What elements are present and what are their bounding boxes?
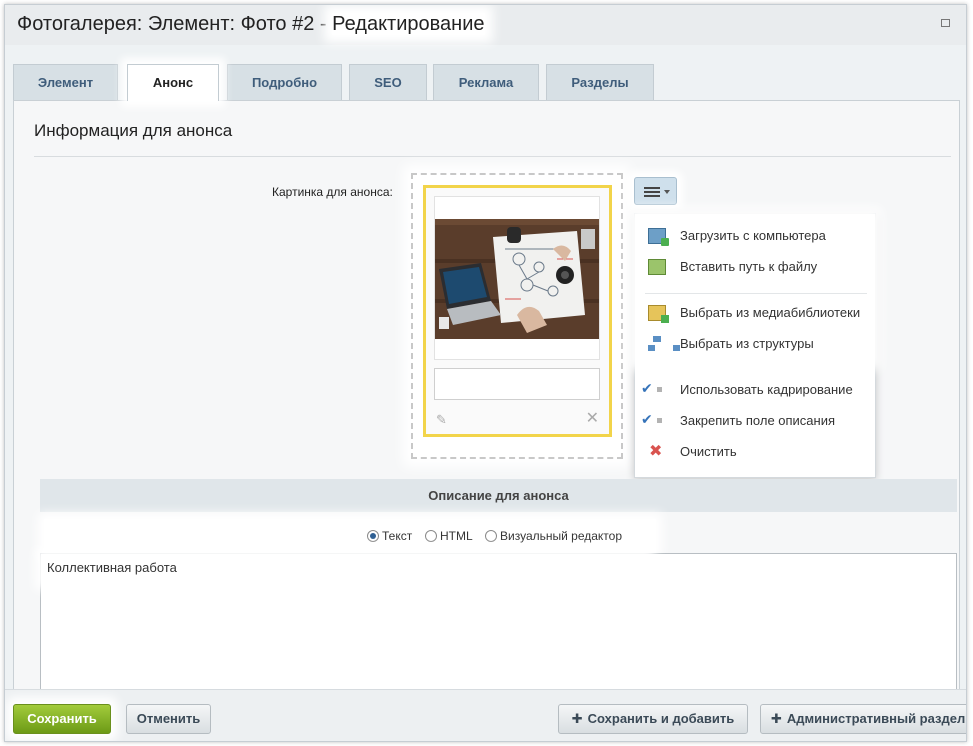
menu-item-label: Очистить xyxy=(680,444,737,459)
save-button[interactable]: Сохранить xyxy=(13,704,111,734)
menu-item-pin-description[interactable]: ✔ Закрепить поле описания xyxy=(635,407,875,435)
file-path-icon xyxy=(648,259,666,275)
description-text: Коллективная работа xyxy=(47,560,177,575)
radio-unchecked-icon xyxy=(425,530,437,542)
cancel-button[interactable]: Отменить xyxy=(126,704,211,734)
save-and-add-button[interactable]: ✚ Сохранить и добавить xyxy=(558,704,748,734)
image-preview[interactable] xyxy=(434,196,600,360)
menu-item-label: Загрузить с компьютера xyxy=(680,228,826,243)
plus-icon: ✚ xyxy=(571,711,583,726)
menu-item-label: Выбрать из структуры xyxy=(680,336,814,351)
hamburger-icon xyxy=(644,187,660,197)
radio-label: Текст xyxy=(382,529,413,543)
footer-bar: Сохранить Отменить ✚ Сохранить и добавить… xyxy=(5,689,966,741)
media-library-icon xyxy=(648,305,669,323)
window-title: Фотогалерея: Элемент: Фото #2 - Редактир… xyxy=(17,13,485,36)
admin-section-button[interactable]: ✚ Административный раздел xyxy=(760,704,966,734)
preview-photo xyxy=(435,219,599,339)
menu-highlight-group: Загрузить с компьютера Вставить путь к ф… xyxy=(635,214,875,364)
radio-label: Визуальный редактор xyxy=(500,529,623,543)
window-title-prefix: Фотогалерея: Элемент: Фото #2 - xyxy=(17,13,333,35)
pencil-icon[interactable]: ✎ xyxy=(436,412,447,428)
menu-item-label: Закрепить поле описания xyxy=(680,413,836,428)
file-frame: ✎ ✕ xyxy=(423,185,612,437)
plus-icon: ✚ xyxy=(771,711,782,726)
check-icon: ✔ xyxy=(641,411,653,427)
radio-checked-icon xyxy=(367,530,379,542)
tab-details[interactable]: Подробно xyxy=(227,64,342,101)
menu-separator xyxy=(645,293,867,294)
menu-item-media-library[interactable]: Выбрать из медиабиблиотеки xyxy=(635,299,875,327)
menu-item-upload[interactable]: Загрузить с компьютера xyxy=(635,222,875,250)
radio-visual-editor[interactable]: Визуальный редактор xyxy=(485,529,622,543)
radio-unchecked-icon xyxy=(485,530,497,542)
menu-item-clear[interactable]: ✖ Очистить xyxy=(635,438,875,466)
editor-mode-selector: Текст HTML Визуальный редактор xyxy=(44,519,656,553)
tab-seo[interactable]: SEO xyxy=(349,64,427,101)
save-and-add-label: Сохранить и добавить xyxy=(587,711,735,726)
chevron-down-icon xyxy=(664,190,670,194)
file-menu-dropdown: Загрузить с компьютера Вставить путь к ф… xyxy=(634,213,876,478)
image-description-input[interactable] xyxy=(434,368,600,400)
file-drop-zone[interactable]: ✎ ✕ xyxy=(411,173,623,459)
menu-item-label: Выбрать из медиабиблиотеки xyxy=(680,305,861,320)
admin-section-label: Административный раздел xyxy=(786,711,966,726)
tab-anons[interactable]: Анонс xyxy=(127,64,219,101)
check-icon: ✔ xyxy=(641,380,653,396)
menu-item-structure[interactable]: Выбрать из структуры xyxy=(635,330,875,358)
tab-ads[interactable]: Реклама xyxy=(433,64,539,101)
minimize-icon[interactable] xyxy=(941,19,950,27)
title-bar: Фотогалерея: Элемент: Фото #2 - Редактир… xyxy=(5,5,966,45)
radio-text[interactable]: Текст xyxy=(367,529,412,543)
menu-item-label: Вставить путь к файлу xyxy=(680,259,818,274)
computer-upload-icon xyxy=(648,228,669,246)
bullet-icon xyxy=(657,418,662,423)
edit-dialog: Фотогалерея: Элемент: Фото #2 - Редактир… xyxy=(4,4,967,742)
tab-element[interactable]: Элемент xyxy=(13,64,118,101)
menu-item-file-path[interactable]: Вставить путь к файлу xyxy=(635,253,875,281)
tab-content: Информация для анонса Картинка для анонс… xyxy=(13,100,960,703)
tab-sections[interactable]: Разделы xyxy=(546,64,654,101)
radio-html[interactable]: HTML xyxy=(425,529,473,543)
file-menu-button[interactable] xyxy=(634,177,677,205)
description-header: Описание для анонса xyxy=(40,479,957,512)
bullet-icon xyxy=(657,387,662,392)
description-textarea[interactable]: Коллективная работа xyxy=(40,553,957,703)
clear-icon: ✖ xyxy=(649,443,663,460)
menu-item-label: Использовать кадрирование xyxy=(680,382,853,397)
radio-label: HTML xyxy=(440,529,473,543)
picture-label: Картинка для анонса: xyxy=(272,185,393,199)
window-title-highlight: Редактирование xyxy=(332,13,485,35)
close-icon[interactable]: ✕ xyxy=(586,408,599,428)
section-divider xyxy=(34,156,951,157)
structure-icon xyxy=(648,336,680,352)
menu-item-crop[interactable]: ✔ Использовать кадрирование xyxy=(635,376,875,404)
section-title: Информация для анонса xyxy=(34,121,233,140)
